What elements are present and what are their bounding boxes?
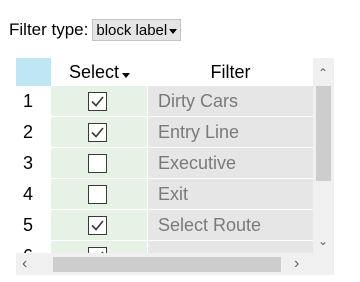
column-header-select-label: Select — [68, 61, 120, 82]
column-header-filter[interactable]: Filter — [148, 58, 313, 86]
checkmark-icon — [91, 96, 104, 107]
select-checkbox[interactable] — [88, 216, 107, 235]
select-checkbox[interactable] — [88, 92, 107, 111]
table-row[interactable]: 4 Exit — [16, 179, 313, 210]
scroll-left-arrow-icon[interactable]: ‹ — [22, 256, 27, 272]
row-number: 6 — [23, 241, 33, 253]
horizontal-scrollbar[interactable]: ‹ › — [16, 253, 313, 275]
row-number: 2 — [23, 122, 34, 142]
horizontal-scroll-thumb[interactable] — [53, 257, 281, 272]
row-number: 5 — [23, 215, 34, 235]
dropdown-caret-icon — [169, 29, 178, 34]
row-number: 1 — [23, 91, 34, 111]
filter-cell-text: Select Route — [158, 214, 262, 235]
checkmark-icon — [91, 220, 104, 231]
scroll-down-arrow-icon[interactable]: ⌄ — [318, 235, 328, 247]
table-row[interactable]: 6 — [16, 241, 313, 253]
filter-type-label: Filter type: — [9, 20, 89, 39]
table-row[interactable]: 2 Entry Line — [16, 117, 313, 148]
scroll-right-arrow-icon[interactable]: › — [294, 256, 299, 272]
header-corner — [16, 58, 51, 86]
filter-cell[interactable]: Executive — [148, 148, 313, 179]
select-checkbox[interactable] — [88, 185, 107, 204]
filter-cell[interactable]: Exit — [148, 179, 313, 210]
checkmark-icon — [91, 127, 104, 138]
select-cell — [51, 117, 147, 148]
select-cell — [51, 179, 147, 210]
filter-type-row: Filter type: block label — [9, 18, 182, 42]
filter-cell-text: Exit — [158, 183, 189, 204]
filter-type-dropdown[interactable]: block label — [92, 19, 182, 41]
vertical-scroll-thumb[interactable] — [316, 86, 331, 181]
table-body: 1 Dirty Cars 2 Entry Line 3 Executive 4 Exit 5 Se… — [16, 86, 313, 253]
scroll-up-arrow-icon[interactable]: ⌃ — [318, 67, 328, 79]
table-row[interactable]: 1 Dirty Cars — [16, 86, 313, 117]
filter-cell-text: Entry Line — [158, 121, 240, 142]
select-checkbox[interactable] — [88, 123, 107, 142]
row-number: 4 — [23, 184, 34, 204]
sort-caret-icon — [122, 72, 131, 78]
vertical-scrollbar[interactable]: ⌃ ⌄ — [313, 58, 334, 253]
filter-cell-text: Dirty Cars — [158, 90, 238, 111]
table-row[interactable]: 3 Executive — [16, 148, 313, 179]
select-cell — [51, 148, 147, 179]
column-header-select[interactable]: Select — [51, 58, 148, 86]
scrollbar-corner — [313, 253, 334, 275]
filter-cell-text: Executive — [158, 152, 237, 173]
select-cell — [51, 210, 147, 241]
select-cell — [51, 86, 147, 117]
filter-cell[interactable]: Entry Line — [148, 117, 313, 148]
filter-cell[interactable]: Dirty Cars — [148, 86, 313, 117]
row-number: 3 — [23, 153, 34, 173]
table-row[interactable]: 5 Select Route — [16, 210, 313, 241]
select-checkbox[interactable] — [88, 154, 107, 173]
filter-type-value: block label — [96, 21, 168, 39]
filter-table: Select Filter 1 Dirty Cars 2 Entry Line 3 Exe… — [16, 58, 334, 275]
filter-cell[interactable]: Select Route — [148, 210, 313, 241]
select-cell — [51, 241, 147, 253]
table-header: Select Filter — [16, 58, 313, 86]
column-header-filter-label: Filter — [210, 61, 251, 82]
filter-cell[interactable] — [148, 241, 313, 253]
